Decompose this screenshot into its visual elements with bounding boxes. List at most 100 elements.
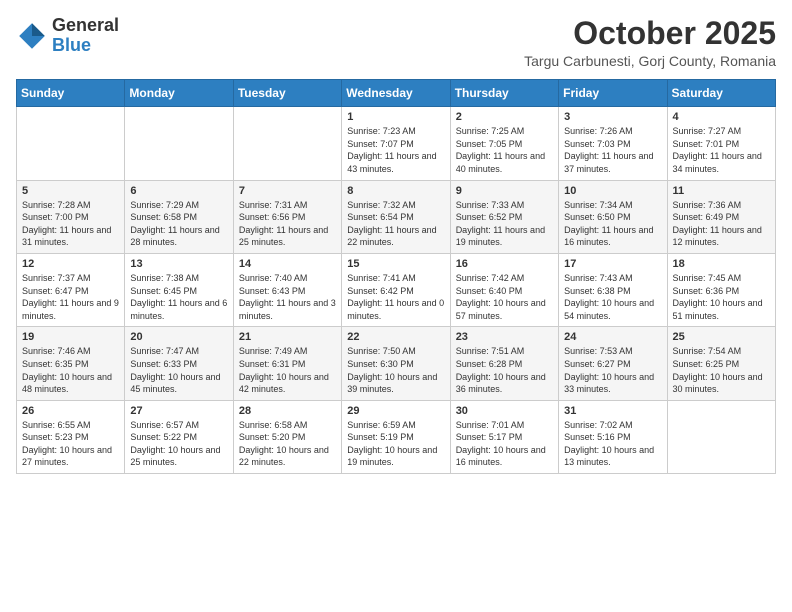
calendar-cell: 1 Sunrise: 7:23 AM Sunset: 7:07 PM Daylig… xyxy=(342,107,450,180)
day-number: 29 xyxy=(347,405,444,417)
day-info: Sunrise: 7:54 AM Sunset: 6:25 PM Dayligh… xyxy=(673,345,770,395)
day-number: 26 xyxy=(22,405,119,417)
calendar-cell: 28Sunrise: 6:58 AM Sunset: 5:20 PM Dayli… xyxy=(233,400,341,473)
logo-blue-text: Blue xyxy=(52,35,91,55)
day-number: 7 xyxy=(239,185,336,197)
day-number: 11 xyxy=(673,185,770,197)
day-number: 14 xyxy=(239,258,336,270)
day-number: 30 xyxy=(456,405,553,417)
day-number: 21 xyxy=(239,331,336,343)
calendar-cell: 29 Sunrise: 6:59 AM Sunset: 5:19 PM Dayli… xyxy=(342,400,450,473)
day-info: Sunrise: 7:43 AM Sunset: 6:38 PM Dayligh… xyxy=(564,272,661,322)
calendar-cell: 14 Sunrise: 7:40 AM Sunset: 6:43 PM Dayli… xyxy=(233,253,341,326)
day-number: 31 xyxy=(564,405,661,417)
calendar-cell: 18 Sunrise: 7:45 AM Sunset: 6:36 PM Dayli… xyxy=(667,253,775,326)
logo-general-text: General xyxy=(52,15,119,35)
day-number: 20 xyxy=(130,331,227,343)
day-info: Sunrise: 7:02 AM Sunset: 5:16 PM Dayligh… xyxy=(564,419,661,469)
day-info: Sunrise: 7:51 AM Sunset: 6:28 PM Dayligh… xyxy=(456,345,553,395)
day-number: 19 xyxy=(22,331,119,343)
day-number: 12 xyxy=(22,258,119,270)
day-number: 13 xyxy=(130,258,227,270)
day-number: 25 xyxy=(673,331,770,343)
day-info: Sunrise: 7:32 AM Sunset: 6:54 PM Dayligh… xyxy=(347,199,444,249)
calendar-cell: 13 Sunrise: 7:38 AM Sunset: 6:45 PM Dayli… xyxy=(125,253,233,326)
day-info: Sunrise: 7:40 AM Sunset: 6:43 PM Dayligh… xyxy=(239,272,336,322)
day-number: 5 xyxy=(22,185,119,197)
calendar-cell: 4Sunrise: 7:27 AM Sunset: 7:01 PM Daylig… xyxy=(667,107,775,180)
day-info: Sunrise: 7:26 AM Sunset: 7:03 PM Dayligh… xyxy=(564,125,661,175)
calendar-cell: 7 Sunrise: 7:31 AM Sunset: 6:56 PM Daylig… xyxy=(233,180,341,253)
calendar-cell: 6Sunrise: 7:29 AM Sunset: 6:58 PM Daylig… xyxy=(125,180,233,253)
calendar-week-4: 19 Sunrise: 7:46 AM Sunset: 6:35 PM Dayli… xyxy=(17,327,776,400)
day-number: 23 xyxy=(456,331,553,343)
day-header-sunday: Sunday xyxy=(17,80,125,107)
calendar-cell: 5Sunrise: 7:28 AM Sunset: 7:00 PM Daylig… xyxy=(17,180,125,253)
day-info: Sunrise: 7:01 AM Sunset: 5:17 PM Dayligh… xyxy=(456,419,553,469)
day-header-saturday: Saturday xyxy=(667,80,775,107)
location: Targu Carbunesti, Gorj County, Romania xyxy=(524,53,776,69)
calendar-cell: 31 Sunrise: 7:02 AM Sunset: 5:16 PM Dayli… xyxy=(559,400,667,473)
logo: General Blue xyxy=(16,16,119,56)
calendar-cell: 2Sunrise: 7:25 AM Sunset: 7:05 PM Daylig… xyxy=(450,107,558,180)
calendar-cell xyxy=(233,107,341,180)
calendar-cell xyxy=(17,107,125,180)
calendar-cell: 10 Sunrise: 7:34 AM Sunset: 6:50 PM Dayli… xyxy=(559,180,667,253)
day-number: 3 xyxy=(564,111,661,123)
day-info: Sunrise: 7:38 AM Sunset: 6:45 PM Dayligh… xyxy=(130,272,227,322)
day-info: Sunrise: 6:58 AM Sunset: 5:20 PM Dayligh… xyxy=(239,419,336,469)
day-number: 4 xyxy=(673,111,770,123)
calendar-week-3: 12Sunrise: 7:37 AM Sunset: 6:47 PM Dayli… xyxy=(17,253,776,326)
day-info: Sunrise: 7:31 AM Sunset: 6:56 PM Dayligh… xyxy=(239,199,336,249)
calendar-cell: 3 Sunrise: 7:26 AM Sunset: 7:03 PM Daylig… xyxy=(559,107,667,180)
day-info: Sunrise: 7:53 AM Sunset: 6:27 PM Dayligh… xyxy=(564,345,661,395)
day-info: Sunrise: 7:34 AM Sunset: 6:50 PM Dayligh… xyxy=(564,199,661,249)
day-info: Sunrise: 7:42 AM Sunset: 6:40 PM Dayligh… xyxy=(456,272,553,322)
calendar-week-2: 5Sunrise: 7:28 AM Sunset: 7:00 PM Daylig… xyxy=(17,180,776,253)
day-info: Sunrise: 6:55 AM Sunset: 5:23 PM Dayligh… xyxy=(22,419,119,469)
day-info: Sunrise: 7:50 AM Sunset: 6:30 PM Dayligh… xyxy=(347,345,444,395)
calendar-week-5: 26 Sunrise: 6:55 AM Sunset: 5:23 PM Dayli… xyxy=(17,400,776,473)
day-info: Sunrise: 7:41 AM Sunset: 6:42 PM Dayligh… xyxy=(347,272,444,322)
calendar-cell: 9 Sunrise: 7:33 AM Sunset: 6:52 PM Daylig… xyxy=(450,180,558,253)
day-info: Sunrise: 7:33 AM Sunset: 6:52 PM Dayligh… xyxy=(456,199,553,249)
day-info: Sunrise: 7:45 AM Sunset: 6:36 PM Dayligh… xyxy=(673,272,770,322)
day-info: Sunrise: 7:29 AM Sunset: 6:58 PM Dayligh… xyxy=(130,199,227,249)
day-header-friday: Friday xyxy=(559,80,667,107)
calendar-cell: 8Sunrise: 7:32 AM Sunset: 6:54 PM Daylig… xyxy=(342,180,450,253)
calendar-cell: 16 Sunrise: 7:42 AM Sunset: 6:40 PM Dayli… xyxy=(450,253,558,326)
day-number: 1 xyxy=(347,111,444,123)
calendar-week-1: 1 Sunrise: 7:23 AM Sunset: 7:07 PM Daylig… xyxy=(17,107,776,180)
day-number: 18 xyxy=(673,258,770,270)
calendar-cell: 20Sunrise: 7:47 AM Sunset: 6:33 PM Dayli… xyxy=(125,327,233,400)
calendar-cell: 23 Sunrise: 7:51 AM Sunset: 6:28 PM Dayli… xyxy=(450,327,558,400)
day-number: 2 xyxy=(456,111,553,123)
calendar-cell: 12Sunrise: 7:37 AM Sunset: 6:47 PM Dayli… xyxy=(17,253,125,326)
day-number: 10 xyxy=(564,185,661,197)
title-block: October 2025 Targu Carbunesti, Gorj Coun… xyxy=(524,16,776,69)
calendar-header-row: SundayMondayTuesdayWednesdayThursdayFrid… xyxy=(17,80,776,107)
day-info: Sunrise: 6:59 AM Sunset: 5:19 PM Dayligh… xyxy=(347,419,444,469)
day-info: Sunrise: 7:23 AM Sunset: 7:07 PM Dayligh… xyxy=(347,125,444,175)
month-title: October 2025 xyxy=(524,16,776,51)
calendar-cell: 11 Sunrise: 7:36 AM Sunset: 6:49 PM Dayli… xyxy=(667,180,775,253)
day-info: Sunrise: 6:57 AM Sunset: 5:22 PM Dayligh… xyxy=(130,419,227,469)
calendar-cell: 26 Sunrise: 6:55 AM Sunset: 5:23 PM Dayli… xyxy=(17,400,125,473)
day-info: Sunrise: 7:36 AM Sunset: 6:49 PM Dayligh… xyxy=(673,199,770,249)
day-header-tuesday: Tuesday xyxy=(233,80,341,107)
day-number: 17 xyxy=(564,258,661,270)
calendar-cell: 27 Sunrise: 6:57 AM Sunset: 5:22 PM Dayli… xyxy=(125,400,233,473)
calendar-cell: 22 Sunrise: 7:50 AM Sunset: 6:30 PM Dayli… xyxy=(342,327,450,400)
day-number: 9 xyxy=(456,185,553,197)
day-number: 24 xyxy=(564,331,661,343)
calendar-cell: 30 Sunrise: 7:01 AM Sunset: 5:17 PM Dayli… xyxy=(450,400,558,473)
day-header-wednesday: Wednesday xyxy=(342,80,450,107)
day-number: 22 xyxy=(347,331,444,343)
day-header-thursday: Thursday xyxy=(450,80,558,107)
day-info: Sunrise: 7:46 AM Sunset: 6:35 PM Dayligh… xyxy=(22,345,119,395)
logo-icon xyxy=(16,20,48,52)
day-number: 27 xyxy=(130,405,227,417)
day-number: 16 xyxy=(456,258,553,270)
calendar-cell: 15Sunrise: 7:41 AM Sunset: 6:42 PM Dayli… xyxy=(342,253,450,326)
calendar-cell: 25 Sunrise: 7:54 AM Sunset: 6:25 PM Dayli… xyxy=(667,327,775,400)
